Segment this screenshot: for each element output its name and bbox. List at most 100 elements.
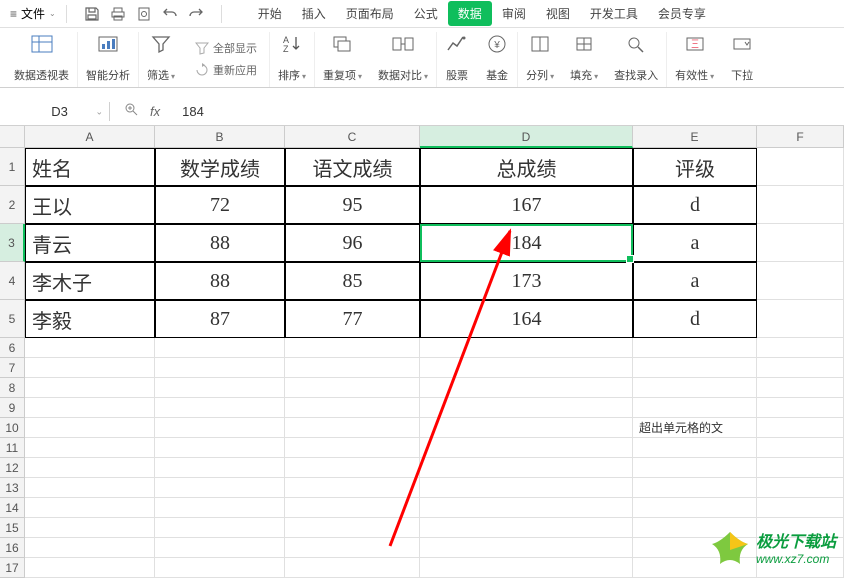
ribbon-dupes[interactable]: 重复项▾ [315,32,370,87]
row-header[interactable]: 5 [0,300,25,338]
cell[interactable] [25,398,155,418]
cell[interactable]: 李木子 [25,262,155,300]
cell[interactable] [155,358,285,378]
reapply-button[interactable]: 重新应用 [191,60,261,80]
row-header[interactable]: 15 [0,518,25,538]
cell[interactable] [757,148,844,186]
cell[interactable] [757,398,844,418]
row-header[interactable]: 8 [0,378,25,398]
cell[interactable] [420,438,633,458]
column-header[interactable]: D [420,126,633,148]
cell[interactable] [757,186,844,224]
cell[interactable] [420,538,633,558]
cell[interactable] [25,478,155,498]
cell[interactable]: 88 [155,224,285,262]
cell[interactable] [633,498,757,518]
cell[interactable]: 164 [420,300,633,338]
row-header[interactable]: 9 [0,398,25,418]
cell[interactable] [25,518,155,538]
cell[interactable]: 96 [285,224,420,262]
cell[interactable] [633,438,757,458]
cell[interactable] [25,418,155,438]
tab-page-layout[interactable]: 页面布局 [336,1,404,26]
cell[interactable] [420,378,633,398]
cell[interactable] [420,518,633,538]
cell[interactable] [25,378,155,398]
cell[interactable]: 88 [155,262,285,300]
cell[interactable] [633,338,757,358]
formula-input[interactable] [174,102,844,121]
cell[interactable] [155,458,285,478]
zoom-icon[interactable] [124,102,140,121]
column-header[interactable]: E [633,126,757,148]
ribbon-validity[interactable]: Ξ 有效性▾ [667,32,722,87]
cell[interactable]: 85 [285,262,420,300]
cell[interactable] [633,378,757,398]
row-header[interactable]: 12 [0,458,25,478]
cell[interactable]: 77 [285,300,420,338]
cell[interactable] [757,438,844,458]
cell[interactable] [285,438,420,458]
row-header[interactable]: 14 [0,498,25,518]
cell[interactable] [155,418,285,438]
ribbon-compare[interactable]: 数据对比▾ [370,32,437,87]
tab-dev[interactable]: 开发工具 [580,1,648,26]
ribbon-filter[interactable]: 筛选▾ [139,32,183,87]
cell[interactable] [285,358,420,378]
row-header[interactable]: 1 [0,148,25,186]
cell[interactable] [420,358,633,378]
save-icon[interactable] [83,5,101,23]
column-header[interactable]: C [285,126,420,148]
print-preview-icon[interactable] [135,5,153,23]
file-menu[interactable]: ≡ 文件 ⌄ [6,3,60,24]
cell[interactable] [155,378,285,398]
cell[interactable] [420,458,633,478]
row-header[interactable]: 13 [0,478,25,498]
column-header[interactable]: F [757,126,844,148]
cell[interactable] [155,538,285,558]
tab-data[interactable]: 数据 [448,1,492,26]
cell[interactable]: 青云 [25,224,155,262]
cell[interactable] [25,358,155,378]
cell[interactable] [633,478,757,498]
cell[interactable] [757,418,844,438]
row-header[interactable]: 10 [0,418,25,438]
ribbon-pivot[interactable]: 数据透视表 [6,32,78,87]
show-all-button[interactable]: 全部显示 [191,38,261,58]
cell[interactable] [155,498,285,518]
cell[interactable] [285,538,420,558]
cell[interactable] [757,458,844,478]
print-icon[interactable] [109,5,127,23]
ribbon-dropdown[interactable]: 下拉 [722,32,762,87]
tab-insert[interactable]: 插入 [292,1,336,26]
cell[interactable] [633,358,757,378]
cell[interactable]: 数学成绩 [155,148,285,186]
cell[interactable]: a [633,224,757,262]
fx-label[interactable]: fx [150,104,160,119]
cell[interactable] [420,398,633,418]
tab-review[interactable]: 审阅 [492,1,536,26]
cell[interactable] [757,262,844,300]
cell[interactable] [285,418,420,438]
cell[interactable] [757,338,844,358]
cell[interactable] [155,558,285,578]
cell[interactable] [155,478,285,498]
row-header[interactable]: 4 [0,262,25,300]
cell[interactable]: 语文成绩 [285,148,420,186]
cell[interactable] [155,398,285,418]
cell[interactable]: 87 [155,300,285,338]
name-box[interactable]: D3 ⌄ [10,102,110,121]
ribbon-stocks[interactable]: 股票 [437,32,477,87]
redo-icon[interactable] [187,5,205,23]
ribbon-fill[interactable]: 填充▾ [562,32,606,87]
cell[interactable] [757,498,844,518]
tab-member[interactable]: 会员专享 [648,1,716,26]
cell[interactable]: 超出单元格的文 [633,418,757,438]
cell[interactable] [25,338,155,358]
ribbon-sort[interactable]: AZ 排序▾ [270,32,315,87]
row-header[interactable]: 3 [0,224,25,262]
ribbon-split[interactable]: 分列▾ [518,32,562,87]
cell[interactable] [420,338,633,358]
cell[interactable] [155,438,285,458]
cell[interactable]: d [633,186,757,224]
